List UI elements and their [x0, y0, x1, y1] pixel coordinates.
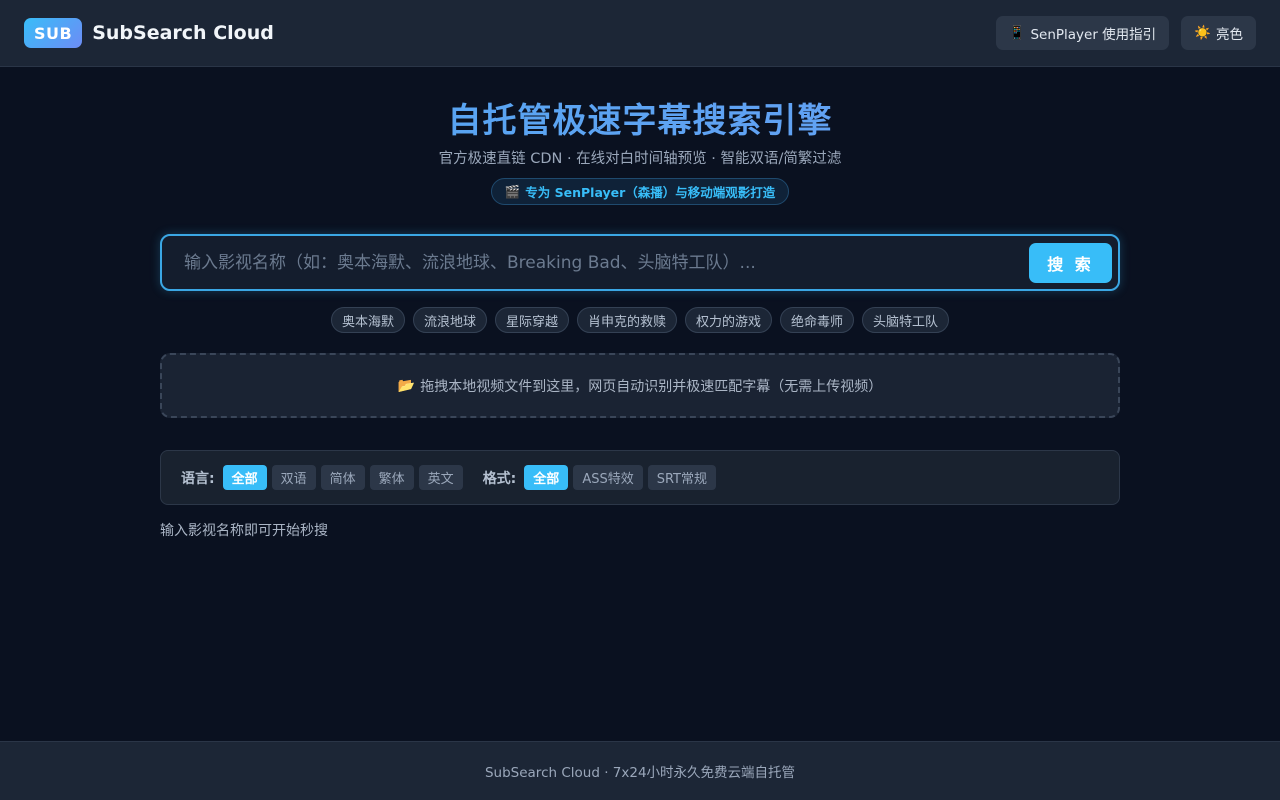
hot-tag[interactable]: 权力的游戏: [685, 307, 773, 333]
footer: SubSearch Cloud · 7x24小时永久免费云端自托管: [0, 741, 1280, 800]
language-filter: 语言: 全部 双语 简体 繁体 英文: [181, 465, 463, 490]
senplayer-badge: 🎬 专为 SenPlayer（森播）与移动端观影打造: [490, 178, 790, 205]
brand[interactable]: SUB SubSearch Cloud: [24, 18, 274, 48]
hot-search-tags: 奥本海默 流浪地球 星际穿越 肖申克的救赎 权力的游戏 绝命毒师 头脑特工队: [0, 307, 1280, 333]
app-name: SubSearch Cloud: [92, 22, 274, 44]
sun-icon: ☀️: [1194, 25, 1211, 41]
hot-tag[interactable]: 头脑特工队: [862, 307, 950, 333]
format-option-ass[interactable]: ASS特效: [573, 465, 643, 490]
page-subtitle: 官方极速直链 CDN · 在线对白时间轴预览 · 智能双语/简繁过滤: [438, 151, 842, 167]
senplayer-guide-button[interactable]: 📱 SenPlayer 使用指引: [995, 16, 1170, 50]
language-option-english[interactable]: 英文: [418, 465, 463, 490]
senplayer-badge-text: 专为 SenPlayer（森播）与移动端观影打造: [525, 185, 776, 200]
format-option-all[interactable]: 全部: [524, 465, 569, 490]
status-text: 输入影视名称即可开始秒搜: [160, 523, 328, 539]
hot-tag[interactable]: 流浪地球: [412, 307, 487, 333]
language-filter-label: 语言:: [181, 470, 215, 487]
theme-toggle-button[interactable]: ☀️ 亮色: [1181, 16, 1256, 50]
footer-text: SubSearch Cloud · 7x24小时永久免费云端自托管: [484, 765, 796, 781]
hot-tag[interactable]: 奥本海默: [330, 307, 405, 333]
format-option-srt[interactable]: SRT常规: [647, 465, 716, 490]
search-input[interactable]: [184, 236, 1024, 289]
search-button[interactable]: 搜 索: [1029, 243, 1112, 283]
language-option-bilingual[interactable]: 双语: [271, 465, 316, 490]
search-box: 搜 索: [160, 234, 1120, 291]
hero-section: 自托管极速字幕搜索引擎 官方极速直链 CDN · 在线对白时间轴预览 · 智能双…: [0, 96, 1280, 205]
top-header: SUB SubSearch Cloud 📱 SenPlayer 使用指引 ☀️ …: [0, 0, 1280, 67]
filter-bar: 语言: 全部 双语 简体 繁体 英文 格式: 全部 ASS特效 SRT常规: [160, 450, 1120, 505]
format-filter-label: 格式:: [482, 470, 517, 487]
language-option-traditional[interactable]: 繁体: [369, 465, 414, 490]
format-filter: 格式: 全部 ASS特效 SRT常规: [483, 465, 716, 490]
hot-tag[interactable]: 星际穿越: [494, 307, 569, 333]
guide-button-label: SenPlayer 使用指引: [1030, 27, 1157, 43]
theme-button-label: 亮色: [1216, 27, 1243, 43]
page-title: 自托管极速字幕搜索引擎: [0, 96, 1280, 146]
phone-icon: 📱: [1008, 25, 1026, 41]
header-actions: 📱 SenPlayer 使用指引 ☀️ 亮色: [995, 16, 1256, 50]
hot-tag[interactable]: 绝命毒师: [780, 307, 855, 333]
logo-badge: SUB: [24, 18, 83, 48]
language-option-simplified[interactable]: 简体: [320, 465, 365, 490]
dropzone-text: 拖拽本地视频文件到这里，网页自动识别并极速匹配字幕（无需上传视频）: [420, 378, 883, 395]
clapperboard-icon: 🎬: [504, 183, 521, 199]
hot-tag[interactable]: 肖申克的救赎: [576, 307, 677, 333]
folder-icon: 📂: [397, 377, 416, 394]
language-option-all[interactable]: 全部: [222, 465, 267, 490]
video-dropzone[interactable]: 📂 拖拽本地视频文件到这里，网页自动识别并极速匹配字幕（无需上传视频）: [160, 353, 1120, 418]
